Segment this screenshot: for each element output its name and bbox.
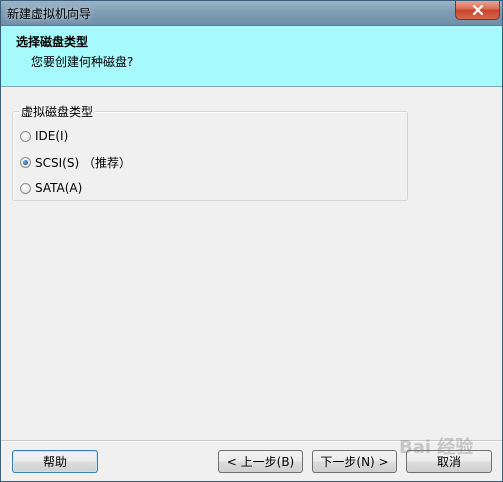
- title-bar[interactable]: 新建虚拟机向导: [1, 1, 502, 26]
- help-button[interactable]: 帮助: [12, 450, 98, 473]
- radio-button-ide[interactable]: [20, 130, 31, 142]
- close-icon: [472, 5, 483, 15]
- group-label: 虚拟磁盘类型: [19, 103, 96, 120]
- radio-sata[interactable]: SATA(A): [20, 181, 82, 195]
- cancel-button[interactable]: 取消: [406, 450, 492, 473]
- footer-divider: [1, 440, 502, 442]
- radio-button-scsi[interactable]: [20, 157, 31, 168]
- radio-label-ide: IDE(I): [35, 129, 69, 143]
- radio-button-sata[interactable]: [20, 182, 31, 194]
- wizard-header: 选择磁盘类型 您要创建何种磁盘?: [1, 26, 502, 87]
- window-title: 新建虚拟机向导: [7, 7, 92, 21]
- page-subtitle: 您要创建何种磁盘?: [31, 55, 134, 69]
- radio-label-sata: SATA(A): [35, 181, 83, 195]
- radio-scsi[interactable]: SCSI(S) （推荐）: [20, 154, 131, 171]
- radio-label-scsi: SCSI(S) （推荐）: [35, 156, 131, 170]
- wizard-window: 新建虚拟机向导 选择磁盘类型 您要创建何种磁盘? 虚拟磁盘类型 IDE(I) S…: [0, 0, 503, 482]
- next-button[interactable]: 下一步(N) >: [312, 450, 397, 473]
- page-title: 选择磁盘类型: [16, 35, 89, 49]
- radio-ide[interactable]: IDE(I): [20, 129, 68, 143]
- close-button[interactable]: [455, 1, 500, 20]
- back-button[interactable]: < 上一步(B): [218, 450, 303, 473]
